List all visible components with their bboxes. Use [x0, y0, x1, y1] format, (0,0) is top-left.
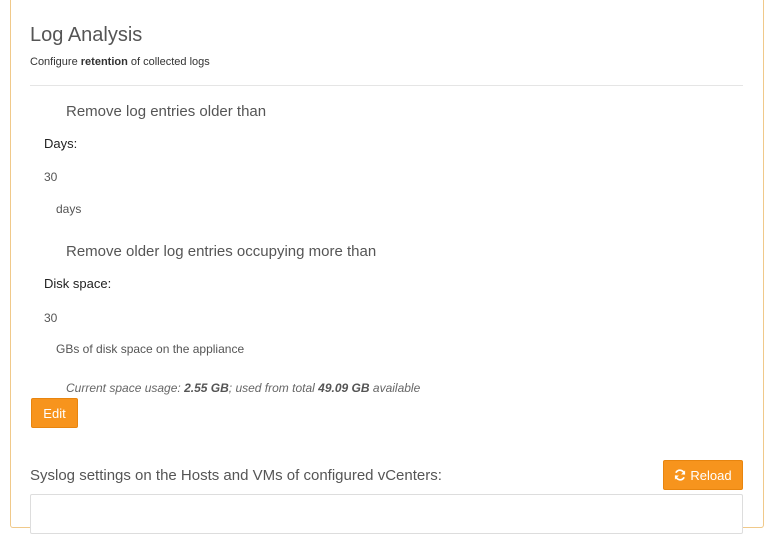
refresh-icon: [674, 469, 686, 481]
page-title: Log Analysis: [30, 24, 143, 46]
current-space-usage: Current space usage: 2.55 GB; used from …: [66, 381, 420, 395]
header-divider: [30, 85, 743, 86]
usage-used: 2.55 GB: [184, 381, 229, 395]
subtitle-prefix: Configure: [30, 56, 78, 68]
usage-suffix: available: [372, 381, 421, 395]
log-analysis-panel: [10, 0, 764, 528]
usage-middle: ; used from total: [228, 381, 315, 395]
edit-button[interactable]: Edit: [31, 398, 78, 428]
age-section-heading: Remove log entries older than: [66, 103, 267, 120]
days-label: Days:: [44, 136, 78, 151]
usage-prefix: Current space usage:: [66, 381, 181, 395]
disk-space-value: 30: [44, 311, 58, 325]
syslog-settings-box: [30, 494, 743, 534]
reload-button[interactable]: Reload: [663, 460, 743, 490]
days-unit: days: [56, 202, 82, 216]
subtitle-suffix: of collected logs: [130, 56, 210, 68]
syslog-heading: Syslog settings on the Hosts and VMs of …: [30, 467, 442, 484]
days-value: 30: [44, 170, 58, 184]
reload-label: Reload: [690, 467, 732, 483]
subtitle-bold: retention: [80, 56, 128, 68]
page-subtitle: Configure retention of collected logs: [30, 56, 210, 68]
disk-space-label: Disk space:: [44, 276, 112, 291]
disk-space-unit: GBs of disk space on the appliance: [56, 342, 245, 356]
usage-total: 49.09 GB: [318, 381, 370, 395]
disk-section-heading: Remove older log entries occupying more …: [66, 243, 377, 260]
